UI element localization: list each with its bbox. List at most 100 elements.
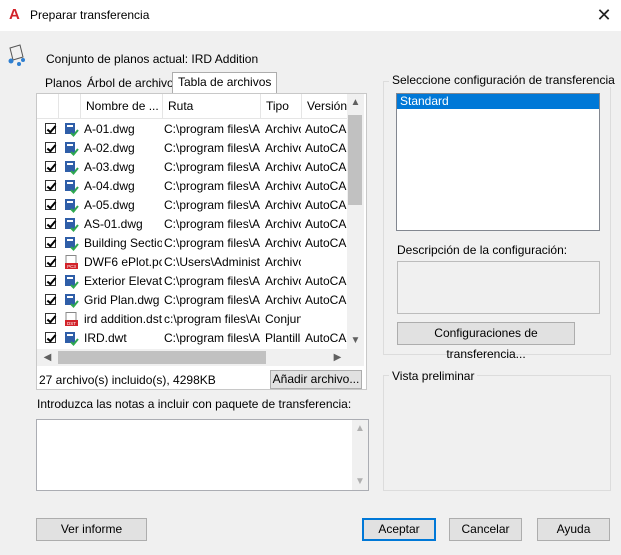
include-checkbox[interactable] bbox=[45, 256, 56, 267]
notes-scroll-up-icon[interactable]: ▲ bbox=[352, 420, 368, 437]
include-checkbox[interactable] bbox=[45, 218, 56, 229]
file-name-cell: ird addition.dst bbox=[84, 312, 162, 326]
tab-tabla-archivos[interactable]: Tabla de archivos bbox=[172, 72, 278, 94]
dwg-icon bbox=[64, 122, 79, 137]
table-row[interactable]: Exterior ElevatioC:\program files\Aut Arc… bbox=[37, 272, 347, 291]
file-path-cell: C:\Users\Administra bbox=[164, 255, 260, 269]
scroll-up-icon[interactable]: ▲ bbox=[347, 94, 364, 111]
current-sheet-set-label: Conjunto de planos actual: IRD Addition bbox=[46, 52, 259, 66]
file-path-cell: C:\program files\Aut bbox=[164, 331, 260, 345]
transfer-setup-item-standard[interactable]: Standard bbox=[397, 94, 599, 109]
view-report-button[interactable]: Ver informe bbox=[36, 518, 147, 541]
file-type-cell: Conjunt bbox=[265, 312, 301, 326]
horizontal-scroll-thumb[interactable] bbox=[58, 351, 266, 364]
file-name-cell: A-01.dwg bbox=[84, 122, 135, 136]
table-row[interactable]: A-02.dwg C:\program files\Aut Archivo AutoC… bbox=[37, 139, 347, 158]
file-path-cell: C:\program files\Aut bbox=[164, 217, 260, 231]
dwg-icon bbox=[64, 274, 79, 289]
file-path-cell: C:\program files\Aut bbox=[164, 160, 260, 174]
file-path-cell: C:\program files\Aut bbox=[164, 179, 260, 193]
file-path-cell: C:\program files\Aut bbox=[164, 236, 260, 250]
table-row[interactable]: PC3 DWF6 ePlot.pc3C:\Users\Administra Arch… bbox=[37, 253, 347, 272]
transfer-setup-label: Seleccione configuración de transferenci… bbox=[389, 73, 618, 87]
svg-text:PC3: PC3 bbox=[67, 264, 76, 269]
file-type-cell: Archivo bbox=[265, 141, 301, 155]
file-path-cell: C:\program files\Aut bbox=[164, 198, 260, 212]
table-row[interactable]: A-01.dwg C:\program files\Aut Archivo AutoC… bbox=[37, 120, 347, 139]
include-checkbox[interactable] bbox=[45, 294, 56, 305]
file-type-cell: Archivo bbox=[265, 122, 301, 136]
pc3-icon: PC3 bbox=[64, 255, 79, 270]
table-row[interactable]: AS-01.dwg C:\program files\Aut Archivo Auto… bbox=[37, 215, 347, 234]
column-header-version[interactable]: Versión bbox=[302, 94, 347, 118]
tab-planos[interactable]: Planos bbox=[40, 74, 87, 93]
tab-arbol-archivos[interactable]: Árbol de archivos bbox=[82, 74, 185, 93]
dwt-icon bbox=[64, 331, 79, 346]
file-type-cell: Archivo bbox=[265, 236, 301, 250]
file-type-cell: Plantilla bbox=[265, 331, 301, 345]
file-path-cell: C:\program files\Aut bbox=[164, 122, 260, 136]
file-name-cell: DWF6 ePlot.pc3 bbox=[84, 255, 162, 269]
help-button[interactable]: Ayuda bbox=[537, 518, 610, 541]
scroll-down-icon[interactable]: ▼ bbox=[347, 332, 364, 349]
scroll-left-icon[interactable]: ◀ bbox=[39, 349, 56, 366]
column-header-path[interactable]: Ruta bbox=[163, 94, 261, 118]
file-type-cell: Archivo bbox=[265, 255, 301, 269]
notes-textarea[interactable] bbox=[36, 419, 369, 491]
include-checkbox[interactable] bbox=[45, 275, 56, 286]
include-checkbox[interactable] bbox=[45, 123, 56, 134]
include-checkbox[interactable] bbox=[45, 237, 56, 248]
file-version-cell: AutoCAD bbox=[305, 331, 347, 345]
notes-scrollbar[interactable]: ▲ ▼ bbox=[352, 420, 368, 490]
column-header-type[interactable]: Tipo bbox=[261, 94, 302, 118]
close-button[interactable]: ✕ bbox=[592, 4, 616, 26]
file-version-cell bbox=[305, 253, 347, 272]
cancel-button[interactable]: Cancelar bbox=[449, 518, 522, 541]
transfer-setup-list[interactable]: Standard bbox=[396, 93, 600, 231]
file-name-cell: Building Section bbox=[84, 236, 162, 250]
include-checkbox[interactable] bbox=[45, 199, 56, 210]
svg-text:DST: DST bbox=[67, 321, 76, 326]
header-icon bbox=[59, 94, 81, 118]
autocad-icon: A bbox=[9, 6, 20, 23]
include-checkbox[interactable] bbox=[45, 332, 56, 343]
table-row[interactable]: A-03.dwg C:\program files\Aut Archivo AutoC… bbox=[37, 158, 347, 177]
add-file-button[interactable]: Añadir archivo... bbox=[270, 370, 362, 389]
file-name-cell: IRD.dwt bbox=[84, 331, 127, 345]
include-checkbox[interactable] bbox=[45, 161, 56, 172]
file-version-cell: AutoCAD bbox=[305, 198, 347, 212]
include-checkbox[interactable] bbox=[45, 142, 56, 153]
setup-description-label: Descripción de la configuración: bbox=[397, 243, 568, 257]
scroll-right-icon[interactable]: ▶ bbox=[329, 349, 346, 366]
table-row[interactable]: A-05.dwg C:\program files\Aut Archivo AutoC… bbox=[37, 196, 347, 215]
file-path-cell: C:\program files\Aut bbox=[164, 274, 260, 288]
file-name-cell: A-03.dwg bbox=[84, 160, 135, 174]
include-checkbox[interactable] bbox=[45, 313, 56, 324]
file-version-cell: AutoCAD bbox=[305, 141, 347, 155]
dwg-icon bbox=[64, 236, 79, 251]
file-version-cell: AutoCAD bbox=[305, 122, 347, 136]
dwg-icon bbox=[64, 160, 79, 175]
sheet-set-icon bbox=[8, 44, 25, 66]
header-check bbox=[37, 94, 59, 118]
table-row[interactable]: A-04.dwg C:\program files\Aut Archivo AutoC… bbox=[37, 177, 347, 196]
file-name-cell: AS-01.dwg bbox=[84, 217, 143, 231]
file-path-cell: C:\program files\Aut bbox=[164, 141, 260, 155]
transfer-setups-button[interactable]: Configuraciones de transferencia... bbox=[397, 322, 575, 361]
file-table[interactable]: Nombre de ... Ruta Tipo Versión A-01.dwg… bbox=[37, 94, 347, 349]
file-version-cell bbox=[305, 310, 347, 329]
file-name-cell: A-04.dwg bbox=[84, 179, 135, 193]
table-row[interactable]: DST ird addition.dstc:\program files\Auto… bbox=[37, 310, 347, 329]
table-row[interactable]: IRD.dwt C:\program files\Aut Plantilla Auto… bbox=[37, 329, 347, 348]
notes-label: Introduzca las notas a incluir con paque… bbox=[37, 397, 352, 411]
table-row[interactable]: Building Section C:\program files\Aut Arch… bbox=[37, 234, 347, 253]
file-version-cell: AutoCAD bbox=[305, 236, 347, 250]
table-row[interactable]: Grid Plan.dwg C:\program files\Aut Archivo… bbox=[37, 291, 347, 310]
accept-button[interactable]: Aceptar bbox=[362, 518, 436, 541]
column-header-name[interactable]: Nombre de ... bbox=[81, 94, 163, 118]
vertical-scroll-thumb[interactable] bbox=[348, 115, 362, 205]
file-type-cell: Archivo bbox=[265, 160, 301, 174]
include-checkbox[interactable] bbox=[45, 180, 56, 191]
file-type-cell: Archivo bbox=[265, 274, 301, 288]
notes-scroll-down-icon[interactable]: ▼ bbox=[352, 473, 368, 490]
